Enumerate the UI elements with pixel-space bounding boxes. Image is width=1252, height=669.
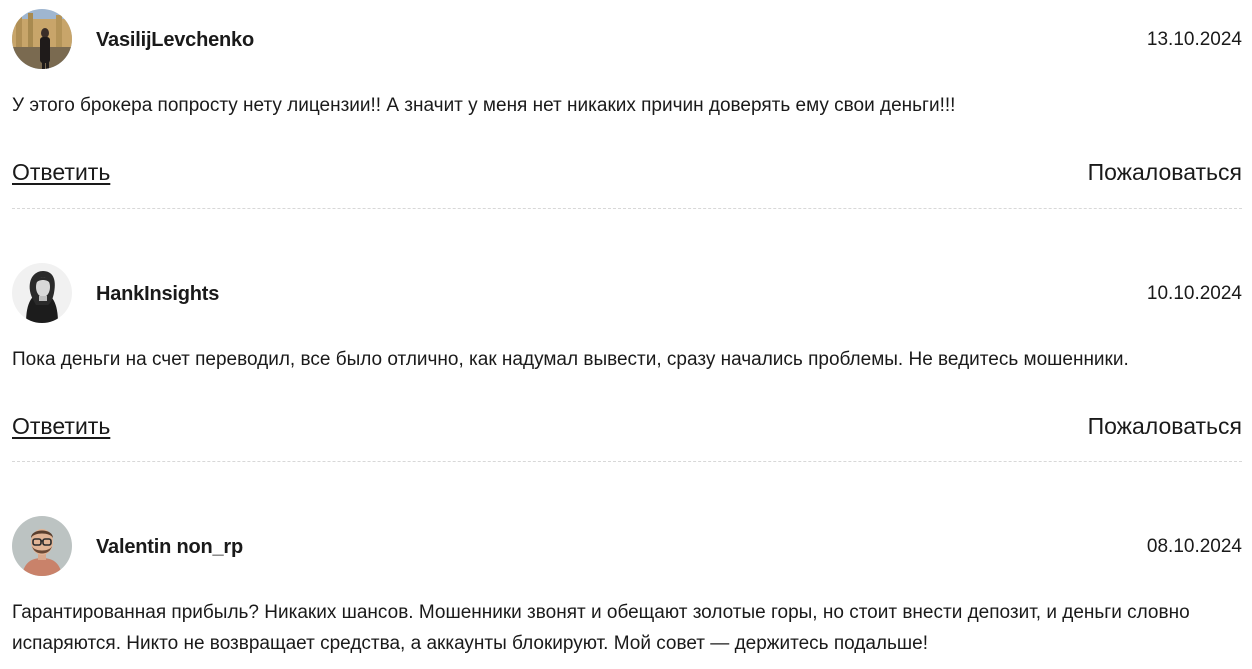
comment-header: Valentin non_rp 08.10.2024 xyxy=(12,516,1242,576)
avatar xyxy=(12,263,72,323)
comment-author: VasilijLevchenko xyxy=(96,29,254,51)
reply-link[interactable]: Ответить xyxy=(12,413,110,440)
comment-actions: Ответить Пожаловаться xyxy=(12,413,1242,443)
divider xyxy=(12,461,1242,462)
avatar xyxy=(12,9,72,69)
comment-date: 08.10.2024 xyxy=(1146,536,1242,557)
divider xyxy=(12,208,1242,209)
comment-date: 13.10.2024 xyxy=(1146,29,1242,50)
comment-text: Пока деньги на счет переводил, все было … xyxy=(12,349,1129,370)
comment-author: Valentin non_rp xyxy=(96,536,244,558)
reply-link[interactable]: Ответить xyxy=(12,159,110,186)
comment-date: 10.10.2024 xyxy=(1146,283,1242,304)
report-link[interactable]: Пожаловаться xyxy=(1088,413,1242,440)
comment-item: HankInsights 10.10.2024 Пока деньги на с… xyxy=(12,263,1242,443)
comment-text: Гарантированная прибыль? Никаких шансов.… xyxy=(12,602,1190,654)
avatar-photo-icon xyxy=(12,516,72,576)
comment-actions: Ответить Пожаловаться xyxy=(12,159,1242,189)
comment-item: VasilijLevchenko 13.10.2024 У этого брок… xyxy=(12,9,1242,189)
comment-header: HankInsights 10.10.2024 xyxy=(12,263,1242,323)
comment-text: У этого брокера попросту нету лицензии!!… xyxy=(12,95,956,116)
avatar-photo-icon xyxy=(12,263,72,323)
comment-item: Valentin non_rp 08.10.2024 Гарантированн… xyxy=(12,516,1242,659)
report-link[interactable]: Пожаловаться xyxy=(1088,159,1242,186)
comment-header: VasilijLevchenko 13.10.2024 xyxy=(12,9,1242,69)
avatar xyxy=(12,516,72,576)
comment-author: HankInsights xyxy=(96,283,220,305)
avatar-photo-icon xyxy=(12,9,72,69)
